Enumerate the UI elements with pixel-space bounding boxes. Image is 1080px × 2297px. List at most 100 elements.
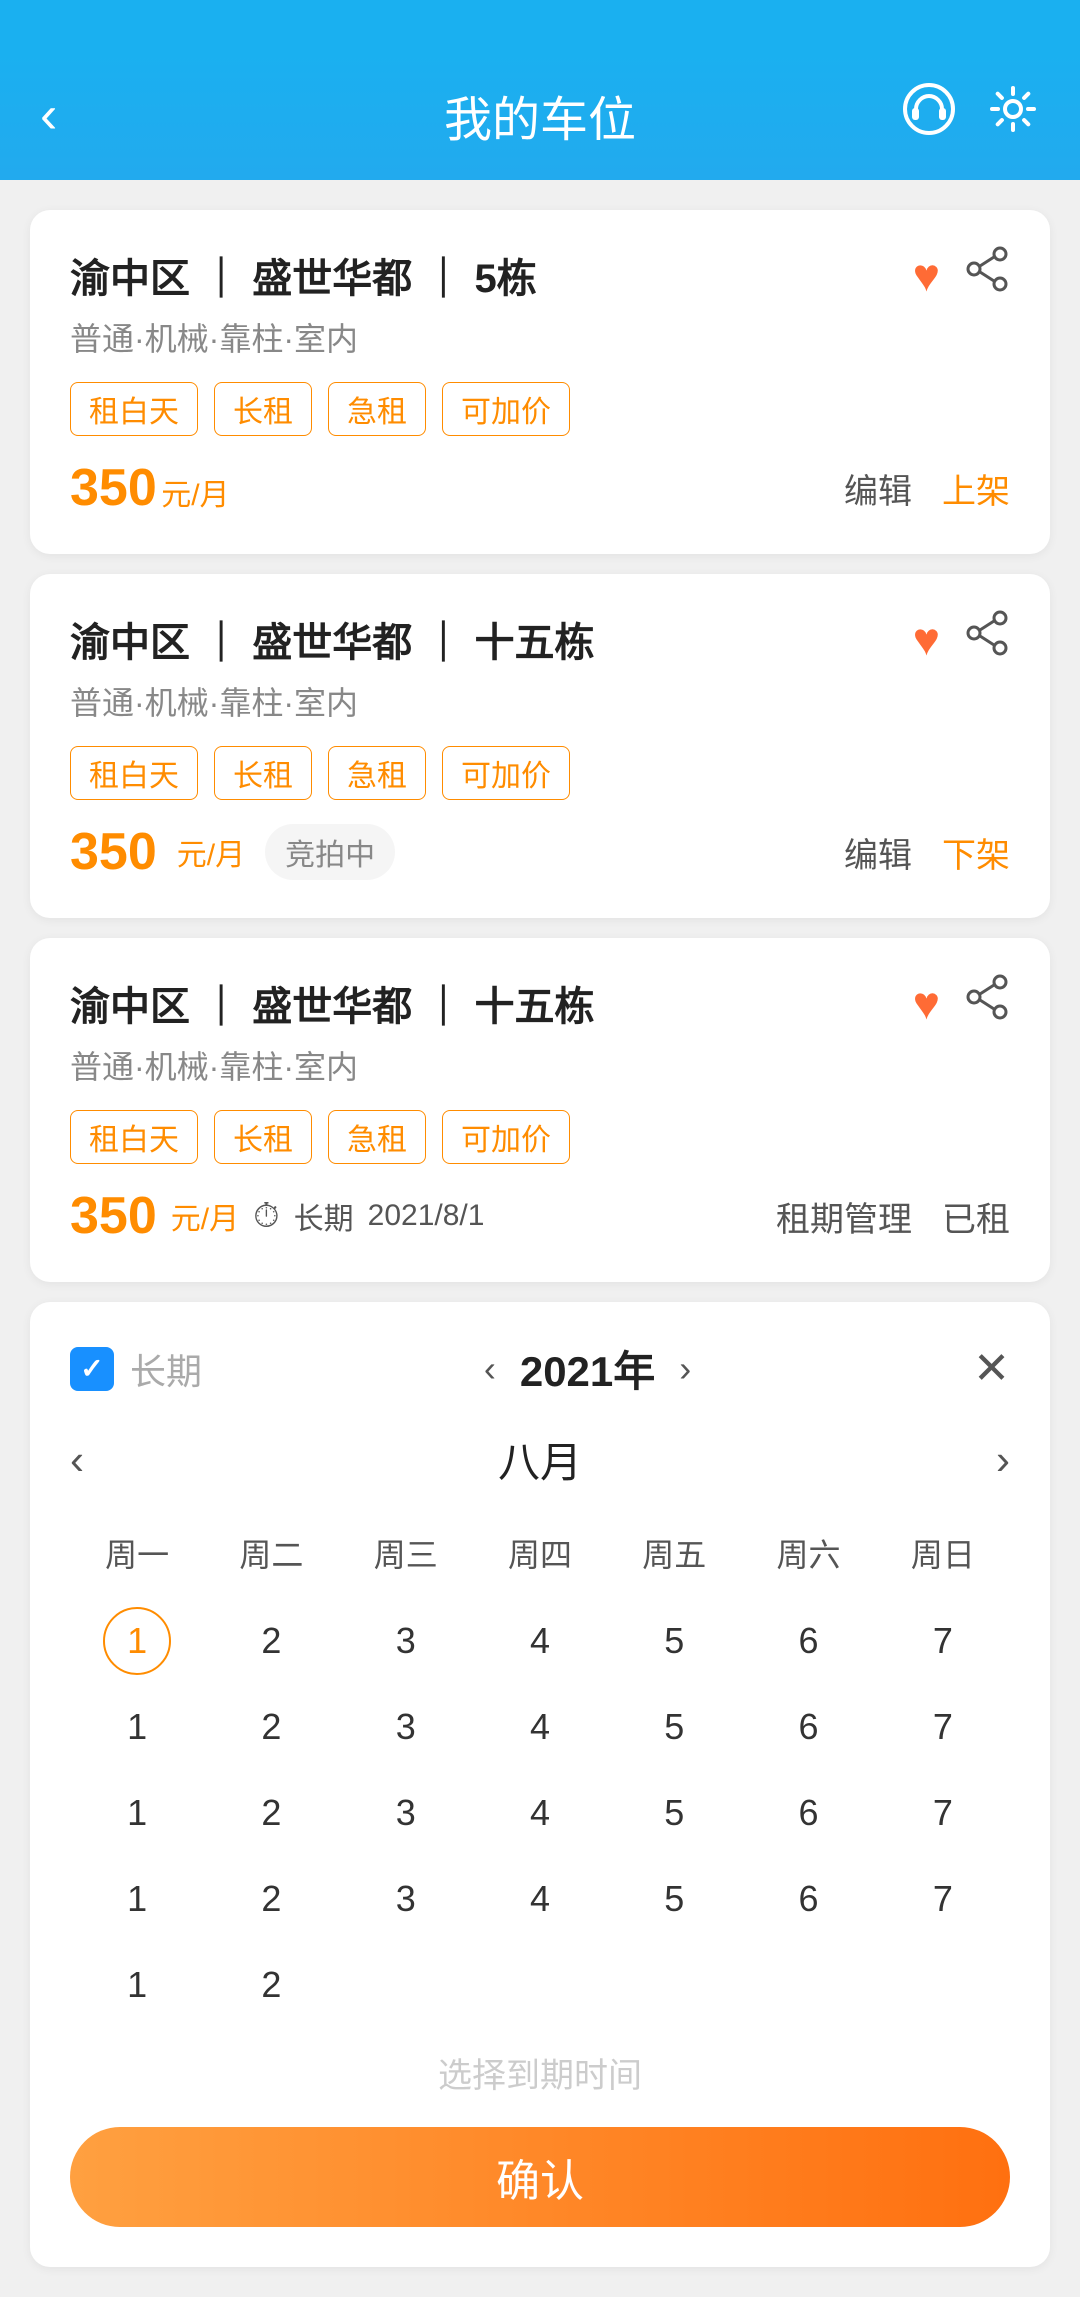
day-cell[interactable]: 7 (876, 1860, 1010, 1938)
day-cell-empty (607, 1946, 741, 2024)
day-cell[interactable]: 4 (473, 1688, 607, 1766)
day-cell[interactable]: 3 (339, 1860, 473, 1938)
day-cell[interactable]: 1 (70, 1860, 204, 1938)
day-cell[interactable]: 3 (339, 1602, 473, 1680)
share-icon-2[interactable] (964, 610, 1010, 667)
calendar-panel: ✓ 长期 ‹ 2021年 › ✕ ‹ 八月 › 周一 周二 周三 周四 周五 周… (30, 1302, 1050, 2267)
day-cell-empty (339, 1946, 473, 2024)
calendar-close-button[interactable]: ✕ (973, 1343, 1010, 1394)
day-cell[interactable]: 2 (204, 1774, 338, 1852)
day-cell[interactable]: 3 (339, 1774, 473, 1852)
day-cell[interactable]: 2 (204, 1946, 338, 2024)
card-3-features: 普通·机械·靠柱·室内 (70, 1042, 1010, 1088)
next-year-button[interactable]: › (679, 1348, 691, 1390)
day-cell[interactable]: 5 (607, 1860, 741, 1938)
day-cell[interactable]: 6 (741, 1774, 875, 1852)
card-3-price-unit: 元/月 (171, 1194, 239, 1238)
edit-button-2[interactable]: 编辑 (844, 828, 912, 877)
tag-2-urgent-rent: 急租 (328, 746, 426, 800)
card-3-tags: 租白天 长租 急租 可加价 (70, 1110, 1010, 1164)
card-2-tags: 租白天 长租 急租 可加价 (70, 746, 1010, 800)
next-month-button[interactable]: › (996, 1436, 1010, 1484)
card-1-actions: 编辑 上架 (844, 464, 1010, 513)
day-cell[interactable]: 4 (473, 1602, 607, 1680)
favorite-icon-3[interactable]: ♥ (913, 976, 940, 1030)
day-cell[interactable]: 4 (473, 1774, 607, 1852)
cards-container: 渝中区 ｜ 盛世华都 ｜ 5栋 ♥ 普通· (0, 180, 1080, 1282)
prev-year-button[interactable]: ‹ (484, 1348, 496, 1390)
weekday-sun: 周日 (876, 1520, 1010, 1586)
bidding-badge: 竞拍中 (265, 824, 395, 880)
card-3-actions: 租期管理 已租 (776, 1192, 1010, 1241)
header: ‹ 我的车位 (0, 50, 1080, 180)
card-2-price-block: 350 元/月 竞拍中 (70, 822, 395, 882)
weekday-fri: 周五 (607, 1520, 741, 1586)
day-cell[interactable]: 1 (103, 1607, 171, 1675)
card-2-actions: 编辑 下架 (844, 828, 1010, 877)
day-cell[interactable]: 6 (741, 1688, 875, 1766)
check-mark: ✓ (80, 1352, 103, 1385)
share-icon-3[interactable] (964, 974, 1010, 1031)
tag-2-long-rent: 长租 (214, 746, 312, 800)
card-3-header: 渝中区 ｜ 盛世华都 ｜ 十五栋 ♥ (70, 974, 1010, 1032)
edit-button-1[interactable]: 编辑 (844, 464, 912, 513)
day-cell[interactable]: 4 (473, 1860, 607, 1938)
day-cell[interactable]: 2 (204, 1688, 338, 1766)
day-cell[interactable]: 1 (70, 1688, 204, 1766)
page-title: 我的车位 (444, 80, 636, 150)
day-cell[interactable]: 6 (741, 1602, 875, 1680)
day-cell[interactable]: 2 (204, 1602, 338, 1680)
day-cell[interactable]: 2 (204, 1860, 338, 1938)
days-row-5: 1 2 (70, 1946, 1010, 2024)
tag-3-add-price: 可加价 (442, 1110, 570, 1164)
support-icon[interactable] (902, 82, 956, 148)
days-row-4: 1 2 3 4 5 6 7 (70, 1860, 1010, 1938)
card-2-header: 渝中区 ｜ 盛世华都 ｜ 十五栋 ♥ (70, 610, 1010, 668)
year-display: 2021年 (520, 1338, 655, 1399)
tag-add-price: 可加价 (442, 382, 570, 436)
tag-long-rent: 长租 (214, 382, 312, 436)
card-3-footer: 350 元/月 ⏱ 长期 2021/8/1 租期管理 已租 (70, 1186, 1010, 1246)
month-nav-row: ‹ 八月 › (70, 1429, 1010, 1490)
long-term-check: ✓ 长期 (70, 1343, 202, 1395)
card-1-price-block: 350 元/月 (70, 458, 230, 518)
card-2-price-unit: 元/月 (177, 830, 245, 874)
favorite-icon-2[interactable]: ♥ (913, 612, 940, 666)
header-right (902, 82, 1040, 148)
status-button-1[interactable]: 上架 (942, 464, 1010, 513)
status-button-2[interactable]: 下架 (942, 828, 1010, 877)
day-cell[interactable]: 7 (876, 1602, 1010, 1680)
card-2-features: 普通·机械·靠柱·室内 (70, 678, 1010, 724)
rented-label: 已租 (942, 1192, 1010, 1241)
day-cell[interactable]: 1 (70, 1946, 204, 2024)
tag-2-rent-day: 租白天 (70, 746, 198, 800)
favorite-icon[interactable]: ♥ (913, 248, 940, 302)
share-icon[interactable] (964, 246, 1010, 303)
year-nav: ‹ 2021年 › (484, 1338, 691, 1399)
rent-mgmt-button[interactable]: 租期管理 (776, 1192, 912, 1241)
prev-month-button[interactable]: ‹ (70, 1436, 84, 1484)
day-cell-empty (741, 1946, 875, 2024)
days-row-3: 1 2 3 4 5 6 7 (70, 1774, 1010, 1852)
day-cell[interactable]: 5 (607, 1774, 741, 1852)
day-cell[interactable]: 7 (876, 1774, 1010, 1852)
day-cell[interactable]: 1 (70, 1774, 204, 1852)
day-cell[interactable]: 3 (339, 1688, 473, 1766)
back-button[interactable]: ‹ (40, 85, 57, 145)
day-cell[interactable]: 7 (876, 1688, 1010, 1766)
weekdays-row: 周一 周二 周三 周四 周五 周六 周日 (70, 1520, 1010, 1586)
day-cell[interactable]: 5 (607, 1602, 741, 1680)
confirm-button[interactable]: 确认 (70, 2127, 1010, 2227)
weekday-wed: 周三 (339, 1520, 473, 1586)
card-1-features: 普通·机械·靠柱·室内 (70, 314, 1010, 360)
card-1-title: 渝中区 ｜ 盛世华都 ｜ 5栋 (70, 246, 537, 304)
settings-icon[interactable] (986, 82, 1040, 148)
weekday-thu: 周四 (473, 1520, 607, 1586)
long-term-checkbox[interactable]: ✓ (70, 1347, 114, 1391)
day-cell[interactable]: 5 (607, 1688, 741, 1766)
day-cell[interactable]: 6 (741, 1860, 875, 1938)
card-1-price-unit: 元/月 (161, 479, 229, 512)
day-cell-empty (876, 1946, 1010, 2024)
card-1-price: 350 (70, 459, 157, 517)
card-1-header: 渝中区 ｜ 盛世华都 ｜ 5栋 ♥ (70, 246, 1010, 304)
